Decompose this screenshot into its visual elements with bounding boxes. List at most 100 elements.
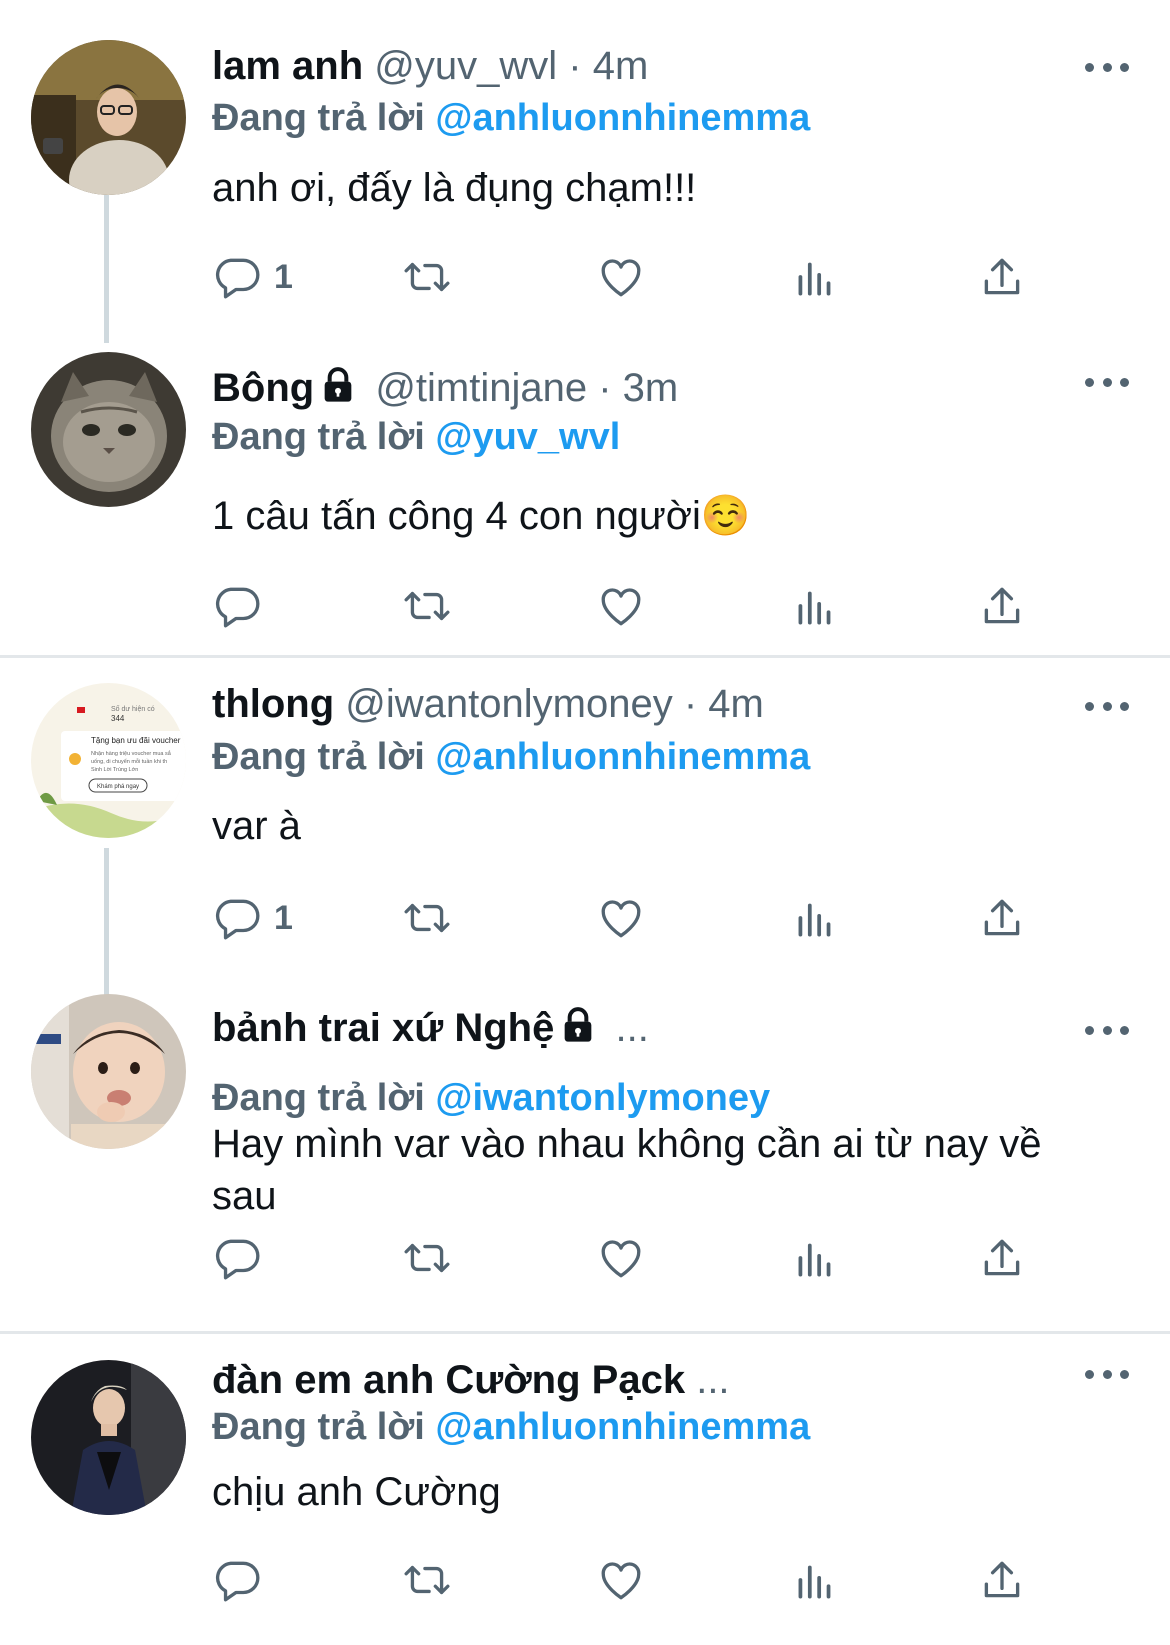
- tweet-header: Bông @timtinjane · 3m: [212, 360, 678, 416]
- views-button[interactable]: [790, 890, 840, 946]
- avatar[interactable]: [31, 352, 186, 507]
- more-icon[interactable]: [1085, 1364, 1129, 1384]
- user-handle[interactable]: @iwantonlymoney: [345, 682, 672, 726]
- share-button[interactable]: [977, 578, 1027, 634]
- share-icon: [984, 899, 1020, 936]
- retweet-button[interactable]: [402, 578, 452, 634]
- avatar-promo-button: Khám phá ngay: [97, 784, 139, 790]
- lock-icon: [558, 1004, 598, 1060]
- more-icon[interactable]: [1085, 696, 1129, 716]
- reply-icon: [215, 1561, 260, 1602]
- like-button[interactable]: [596, 1552, 646, 1608]
- tweet[interactable]: đàn em anh Cường Pạck ... Đang trả lời @…: [0, 1334, 1170, 1645]
- tweet-header: thlong @iwantonlymoney · 4m: [212, 676, 764, 732]
- action-bar: [212, 1552, 1112, 1608]
- user-handle[interactable]: ...: [615, 1006, 648, 1050]
- avatar-photo: [31, 1360, 186, 1515]
- like-button[interactable]: [596, 1230, 646, 1286]
- views-icon: [798, 903, 831, 937]
- action-bar: 1: [212, 890, 1112, 946]
- views-button[interactable]: [790, 578, 840, 634]
- replying-to-handle[interactable]: @yuv_wvl: [435, 416, 620, 458]
- reply-feed: lam anh @yuv_wvl · 4m Đang trả lời @anhl…: [0, 0, 1170, 1645]
- tweet[interactable]: lam anh @yuv_wvl · 4m Đang trả lời @anhl…: [0, 0, 1170, 340]
- avatar[interactable]: [31, 40, 186, 195]
- replying-to-handle[interactable]: @anhluonnhinemma: [435, 736, 810, 778]
- retweet-button[interactable]: [402, 1230, 452, 1286]
- more-icon[interactable]: [1085, 57, 1129, 77]
- share-icon: [984, 1239, 1020, 1276]
- share-button[interactable]: [977, 890, 1027, 946]
- replying-to-handle[interactable]: @iwantonlymoney: [435, 1077, 770, 1119]
- heart-icon: [601, 1562, 641, 1600]
- avatar[interactable]: [31, 994, 186, 1149]
- views-icon: [798, 591, 831, 625]
- views-button[interactable]: [790, 1230, 840, 1286]
- user-handle[interactable]: @timtinjane: [375, 366, 587, 410]
- tweet[interactable]: bảnh trai xứ Nghệ ... Đang trả lời @iwan…: [0, 994, 1170, 1332]
- share-button[interactable]: [977, 1552, 1027, 1608]
- display-name[interactable]: lam anh: [212, 44, 363, 88]
- display-name[interactable]: thlong: [212, 682, 334, 726]
- replying-to: Đang trả lời @iwantonlymoney: [212, 1073, 770, 1123]
- user-handle[interactable]: ...: [696, 1358, 729, 1402]
- tweet[interactable]: Số dư hiện có 344 Tặng bạn ưu đãi vouche…: [0, 658, 1170, 994]
- like-button[interactable]: [596, 578, 646, 634]
- like-button[interactable]: [596, 249, 646, 305]
- avatar-balance-value: 344: [111, 714, 125, 723]
- retweet-icon: [404, 1243, 450, 1273]
- avatar-promo-line: uống, di chuyển mỗi tuần khi th: [91, 758, 167, 765]
- replying-to-label: Đang trả lời: [212, 1406, 425, 1448]
- views-icon: [798, 1243, 831, 1277]
- user-handle[interactable]: @yuv_wvl: [374, 44, 557, 88]
- retweet-button[interactable]: [402, 249, 452, 305]
- tweet-text: var à: [212, 804, 301, 848]
- reply-button[interactable]: 1: [212, 890, 293, 946]
- avatar[interactable]: Số dư hiện có 344 Tặng bạn ưu đãi vouche…: [31, 683, 186, 838]
- reply-icon: [215, 258, 260, 299]
- more-icon[interactable]: [1085, 372, 1129, 392]
- retweet-button[interactable]: [402, 890, 452, 946]
- replying-to-label: Đang trả lời: [212, 416, 425, 458]
- reply-icon: [215, 1239, 260, 1280]
- reply-icon: [215, 899, 260, 940]
- tweet-text: 1 câu tấn công 4 con người☺️: [212, 494, 751, 538]
- display-name[interactable]: Bông: [212, 366, 314, 410]
- replying-to-label: Đang trả lời: [212, 736, 425, 778]
- share-button[interactable]: [977, 249, 1027, 305]
- action-bar: [212, 578, 1112, 634]
- share-icon: [984, 587, 1020, 624]
- tweet-text: chịu anh Cường: [212, 1470, 501, 1514]
- replying-to-label: Đang trả lời: [212, 97, 425, 139]
- heart-icon: [601, 259, 641, 297]
- heart-icon: [601, 588, 641, 626]
- action-bar: [212, 1230, 1112, 1286]
- views-button[interactable]: [790, 1552, 840, 1608]
- avatar-balance-label: Số dư hiện có: [111, 704, 155, 713]
- reply-button[interactable]: [212, 578, 274, 634]
- avatar-photo: [31, 994, 186, 1149]
- replying-to-handle[interactable]: @anhluonnhinemma: [435, 1406, 810, 1448]
- display-name[interactable]: đàn em anh Cường Pạck: [212, 1358, 685, 1402]
- tweet[interactable]: Bông @timtinjane · 3m Đang trả lời @yuv_…: [0, 340, 1170, 656]
- heart-icon: [601, 900, 641, 938]
- timestamp[interactable]: · 4m: [568, 44, 648, 88]
- retweet-button[interactable]: [402, 1552, 452, 1608]
- like-button[interactable]: [596, 890, 646, 946]
- reply-button[interactable]: 1: [212, 249, 293, 305]
- replying-to: Đang trả lời @anhluonnhinemma: [212, 93, 810, 143]
- timestamp[interactable]: · 3m: [598, 366, 678, 410]
- reply-button[interactable]: [212, 1552, 274, 1608]
- views-icon: [798, 262, 831, 296]
- reply-button[interactable]: [212, 1230, 274, 1286]
- timestamp[interactable]: · 4m: [684, 682, 764, 726]
- more-icon[interactable]: [1085, 1020, 1129, 1040]
- views-button[interactable]: [790, 249, 840, 305]
- avatar[interactable]: [31, 1360, 186, 1515]
- display-name[interactable]: bảnh trai xứ Nghệ: [212, 1006, 554, 1050]
- replying-to: Đang trả lời @anhluonnhinemma: [212, 1402, 810, 1452]
- avatar-promo-line: Nhận hàng triệu voucher mua sắ: [91, 750, 172, 757]
- share-button[interactable]: [977, 1230, 1027, 1286]
- replying-to-handle[interactable]: @anhluonnhinemma: [435, 97, 810, 139]
- tweet-header: bảnh trai xứ Nghệ ...: [212, 1000, 649, 1056]
